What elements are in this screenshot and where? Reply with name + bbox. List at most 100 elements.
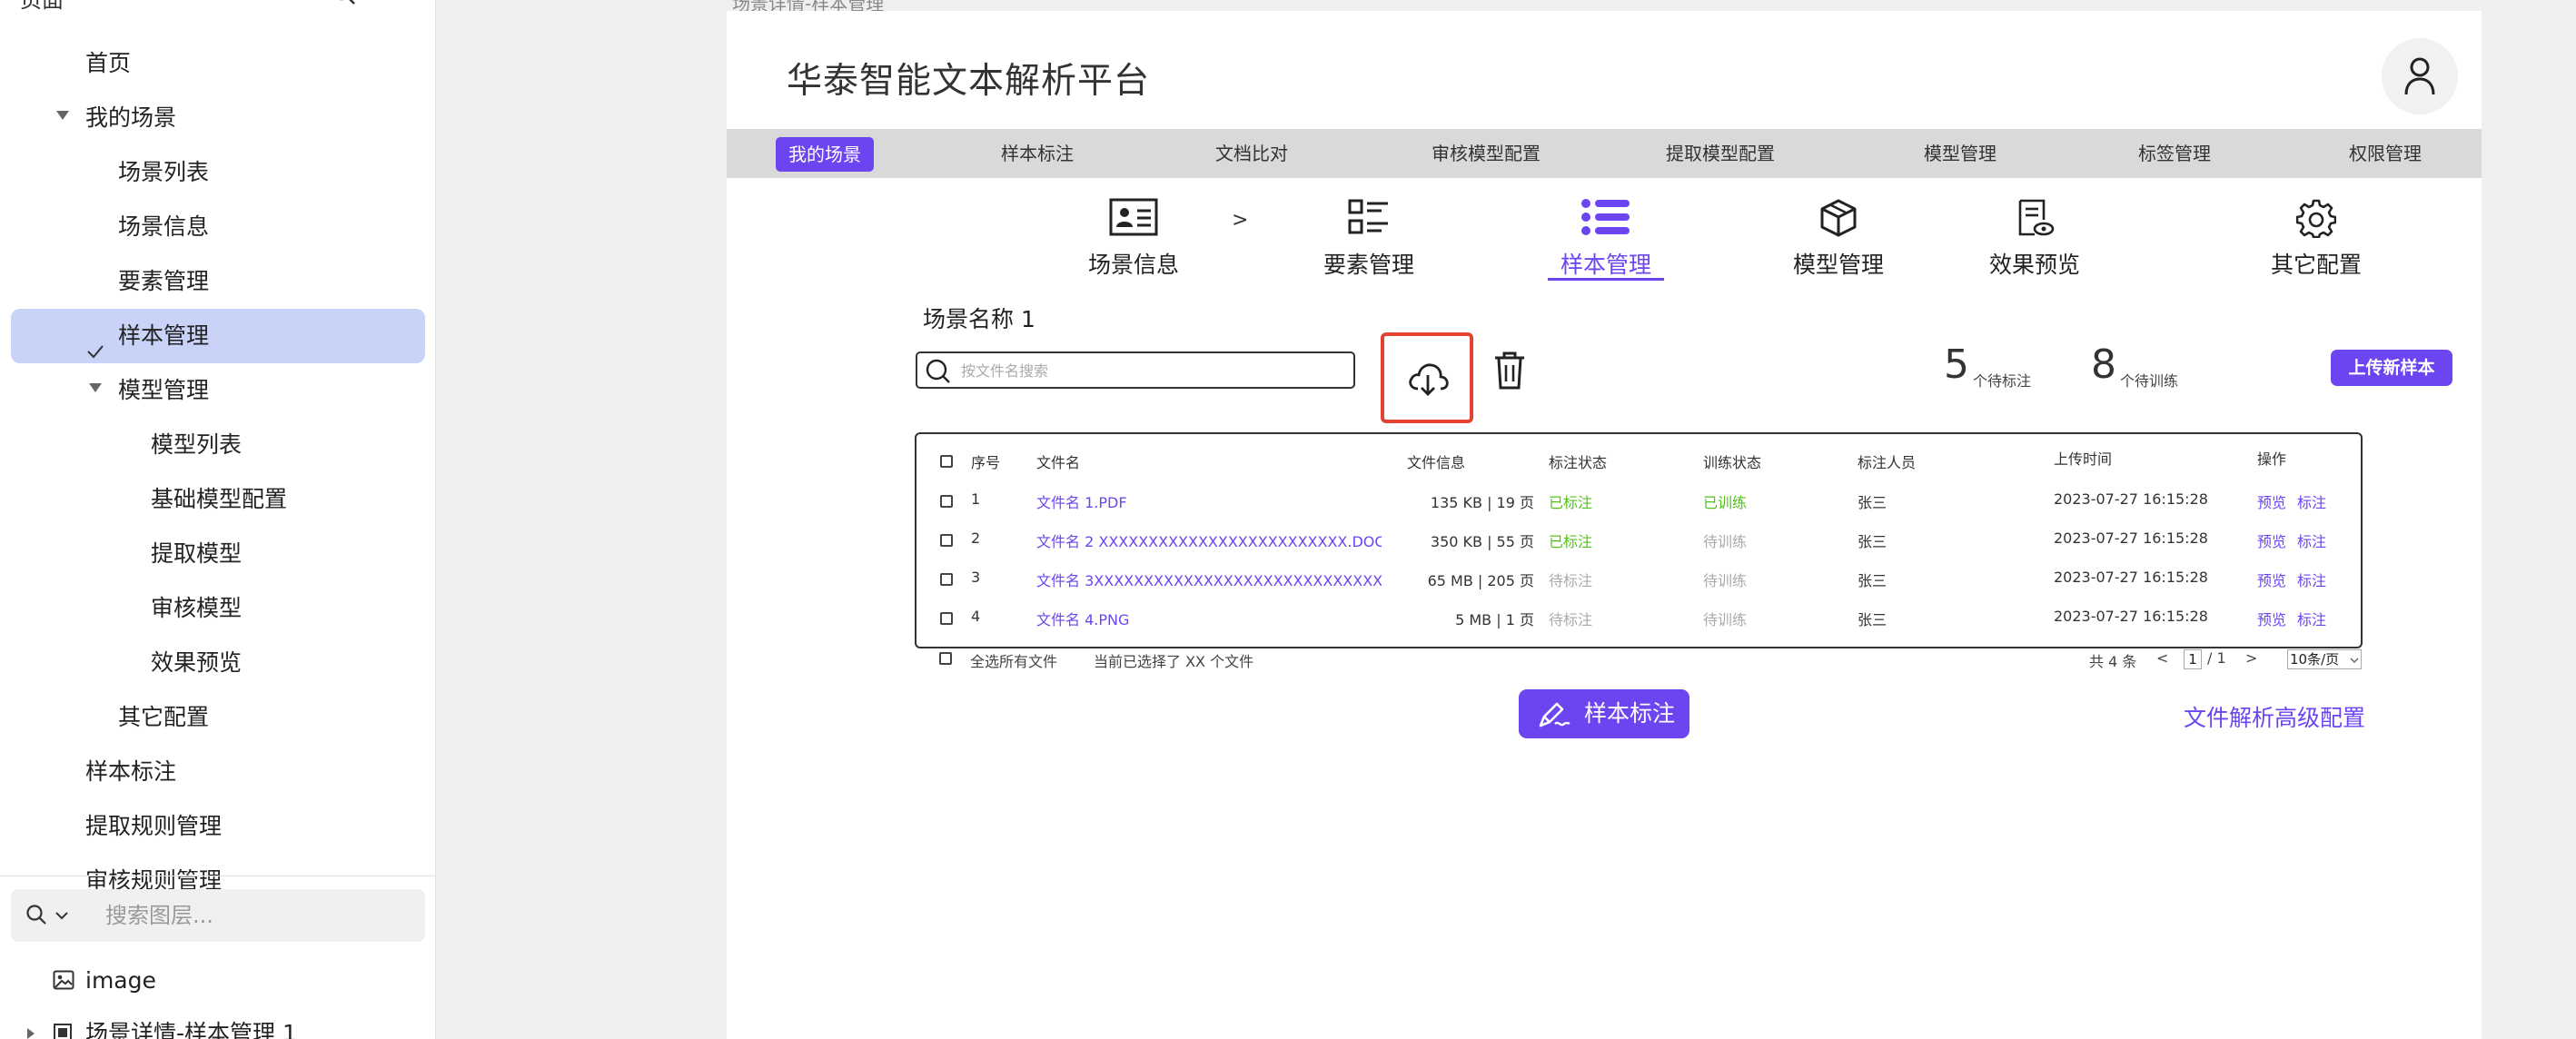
nav-item[interactable]: 文档比对 [1215, 129, 1288, 178]
tree-item[interactable]: 要素管理 [0, 254, 435, 309]
preview-link[interactable]: 预览 [2257, 608, 2286, 629]
annotate-link[interactable]: 标注 [2297, 569, 2326, 590]
column-header: 标注人员 [1858, 454, 1917, 471]
row-checkbox[interactable] [940, 534, 953, 547]
nav-item[interactable]: 样本标注 [1001, 129, 1074, 178]
nav-item[interactable]: 模型管理 [1924, 129, 1996, 178]
annotate-link[interactable]: 标注 [2297, 608, 2326, 629]
step-tab[interactable]: 场景信息 [1083, 198, 1184, 289]
step-tab[interactable]: 效果预览 [1984, 198, 2086, 289]
tree-item[interactable]: 其它配置 [0, 690, 435, 745]
file-search-input[interactable] [961, 359, 1342, 382]
tree-item[interactable]: 审核模型 [0, 581, 435, 636]
layer-search[interactable] [11, 889, 425, 942]
tree-item[interactable]: 场景信息 [0, 200, 435, 254]
prev-page-button[interactable]: < [2156, 649, 2168, 667]
tree-item-label: 其它配置 [118, 704, 210, 730]
file-info: 350 KB | 55 页 [1430, 533, 1534, 550]
nav-item[interactable]: 标签管理 [2138, 129, 2211, 178]
step-tab-label: 样本管理 [1560, 252, 1651, 278]
layer-item-image[interactable]: image [0, 955, 435, 1006]
tree-item[interactable]: 样本管理 [11, 309, 425, 363]
row-checkbox[interactable] [940, 495, 953, 508]
preview-doc-icon [1984, 198, 2086, 240]
nav-item[interactable]: 权限管理 [2349, 129, 2422, 178]
upload-sample-button[interactable]: 上传新样本 [2331, 350, 2452, 386]
file-name-link[interactable]: 文件名 1.PDF [1036, 490, 1127, 512]
scene-name: 场景名称 1 [923, 306, 1035, 332]
step-tab[interactable]: 样本管理 [1548, 198, 1664, 289]
advanced-config-link[interactable]: 文件解析高级配置 [2184, 700, 2365, 733]
delete-button[interactable] [1491, 350, 1528, 391]
tree-item-label: 首页 [85, 50, 132, 76]
tree-item[interactable]: 提取模型 [0, 527, 435, 581]
step-tab[interactable]: 模型管理 [1788, 198, 1889, 289]
tree-item-label: 效果预览 [151, 649, 243, 676]
annotate-link[interactable]: 标注 [2297, 490, 2326, 512]
next-page-button[interactable]: > [2245, 649, 2257, 667]
tree-item[interactable]: 基础模型配置 [0, 472, 435, 527]
tree-item[interactable]: 我的场景 [0, 91, 435, 145]
user-avatar[interactable] [2382, 38, 2458, 114]
check-icon [85, 327, 105, 359]
step-tab[interactable]: 其它配置 [2265, 198, 2367, 289]
download-button[interactable] [1381, 332, 1473, 423]
file-info: 65 MB | 205 页 [1427, 572, 1534, 589]
preview-link[interactable]: 预览 [2257, 529, 2286, 551]
search-icon[interactable] [331, 0, 356, 13]
chevron-down-icon[interactable] [54, 911, 69, 922]
file-name-link[interactable]: 文件名 2 XXXXXXXXXXXXXXXXXXXXXXXXX.DOCX [1036, 529, 1382, 551]
page-number-input[interactable]: 1 [2184, 649, 2202, 669]
row-checkbox[interactable] [940, 612, 953, 625]
caret-right-icon[interactable] [25, 1026, 36, 1039]
element-list-icon [1315, 198, 1422, 240]
file-search[interactable] [916, 351, 1355, 389]
pending-count: 5 [1944, 341, 1969, 388]
page-size-select[interactable]: 10条/页 [2287, 649, 2362, 669]
search-icon [26, 905, 46, 925]
cloud-download-icon [1409, 363, 1449, 396]
user-icon [2404, 57, 2435, 95]
row-checkbox[interactable] [940, 573, 953, 586]
file-name-link[interactable]: 文件名 4.PNG [1036, 608, 1129, 629]
page-size-value: 10条/页 [2290, 651, 2340, 668]
layer-search-input[interactable] [105, 900, 405, 931]
tree-item[interactable]: 样本标注 [0, 745, 435, 799]
upload-time: 2023-07-27 16:15:28 [2054, 529, 2208, 547]
select-all-label: 全选所有文件 [970, 653, 1058, 670]
image-icon [53, 970, 74, 990]
annotator: 张三 [1858, 533, 1887, 550]
chevron-down-icon[interactable] [389, 0, 409, 13]
step-tab-label: 要素管理 [1323, 252, 1414, 278]
select-all-checkbox[interactable] [939, 652, 952, 665]
caret-down-icon[interactable] [89, 383, 102, 392]
header-checkbox[interactable] [940, 455, 953, 468]
sample-annotate-button[interactable]: 样本标注 [1519, 689, 1689, 738]
tree-item-label: 提取规则管理 [85, 813, 223, 839]
layer-item-frame[interactable]: 场景详情-样本管理 1 [0, 1008, 435, 1039]
step-tab[interactable]: 要素管理 [1315, 198, 1422, 289]
tree-item[interactable]: 模型列表 [0, 418, 435, 472]
tree-item[interactable]: 场景列表 [0, 145, 435, 200]
app-frame: 华泰智能文本解析平台 我的场景 样本标注 文档比对 审核模型配置 提取模型配置 模型管理标… [727, 11, 2482, 1039]
tree-item[interactable]: 提取规则管理 [0, 799, 435, 854]
tree-item-label: 模型管理 [118, 377, 210, 403]
preview-link[interactable]: 预览 [2257, 490, 2286, 512]
caret-down-icon[interactable] [56, 111, 69, 120]
upload-time: 2023-07-27 16:15:28 [2054, 608, 2208, 625]
tree-item[interactable]: 模型管理 [0, 363, 435, 418]
step-active-underline [1548, 278, 1664, 281]
tree-item-label: 提取模型 [151, 540, 243, 567]
nav-item[interactable]: 提取模型配置 [1666, 129, 1775, 178]
preview-link[interactable]: 预览 [2257, 569, 2286, 590]
tree-item-label: 我的场景 [85, 104, 177, 131]
nav-item[interactable]: 我的场景 [776, 137, 874, 172]
row-number: 1 [971, 490, 981, 508]
annotate-link[interactable]: 标注 [2297, 529, 2326, 551]
nav-item[interactable]: 审核模型配置 [1432, 129, 1541, 178]
gear-icon [2265, 198, 2367, 240]
selected-count-info: 当前已选择了 XX 个文件 [1094, 653, 1254, 670]
tree-item[interactable]: 首页 [0, 36, 435, 91]
tree-item[interactable]: 效果预览 [0, 636, 435, 690]
file-name-link[interactable]: 文件名 3XXXXXXXXXXXXXXXXXXXXXXXXXXXXXXXXXXX… [1036, 569, 1382, 590]
